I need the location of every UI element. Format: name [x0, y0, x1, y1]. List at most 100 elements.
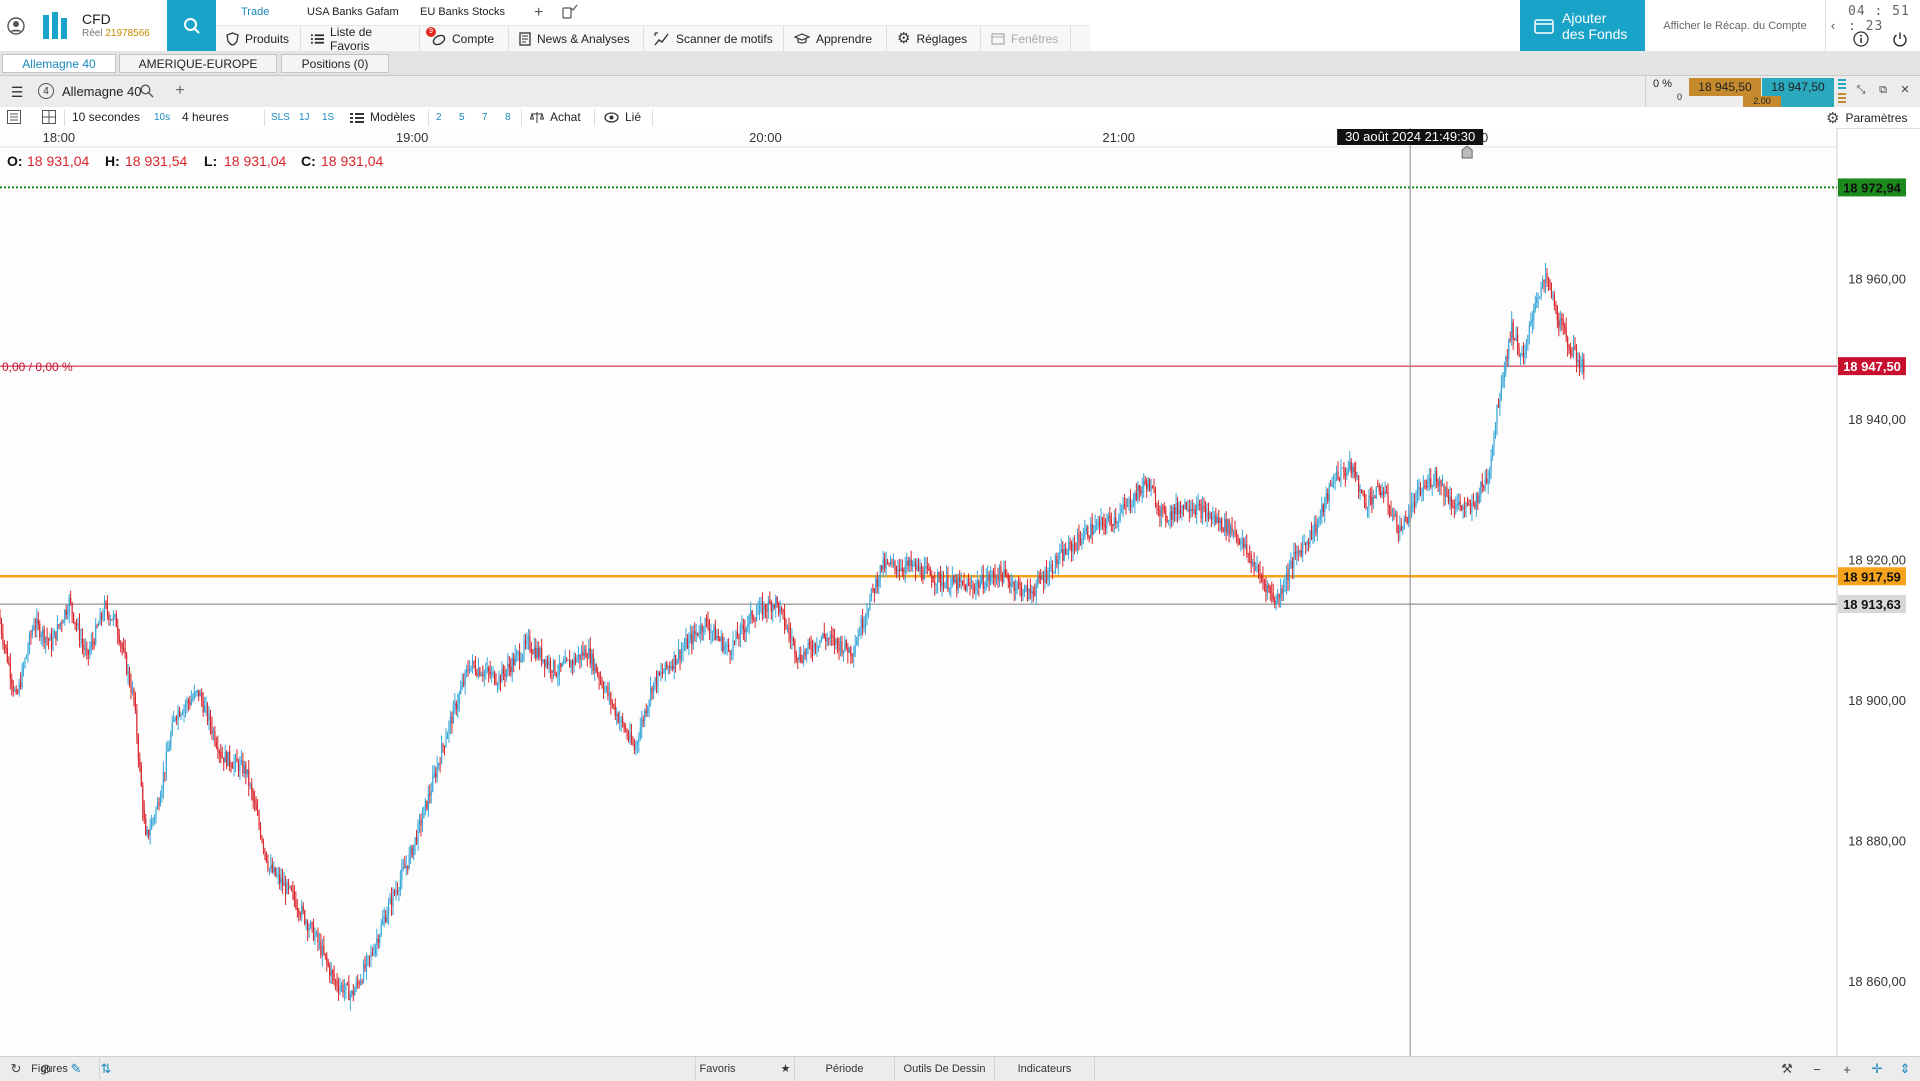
preset-5-button[interactable]: 5 — [459, 107, 465, 128]
popout-window-button[interactable]: ⧉ — [1875, 82, 1891, 98]
candle-body — [65, 610, 67, 615]
chart-canvas[interactable]: 18:0019:0020:0021:0022:00 18 960,0018 94… — [0, 128, 1920, 1056]
menu-news[interactable]: News & Analyses — [509, 26, 644, 52]
preset-8-button[interactable]: 8 — [505, 107, 511, 128]
add-funds-line1: Ajouter — [1562, 9, 1607, 26]
candle-body — [1553, 294, 1555, 306]
interval-select[interactable]: 10 secondes — [72, 107, 140, 128]
instrument-search-button[interactable] — [140, 84, 154, 101]
candle-body — [1196, 504, 1198, 515]
preset-2-button[interactable]: 2 — [436, 107, 442, 128]
candle-body — [1032, 591, 1034, 595]
linked-button[interactable]: Lié — [604, 107, 641, 128]
search-button[interactable] — [167, 0, 216, 51]
add-quick-tab-button[interactable]: + — [524, 0, 553, 25]
buy-order-label: Achat — [550, 110, 581, 124]
sell-price-button[interactable]: 18 945,50 — [1689, 78, 1761, 96]
add-funds-button[interactable]: Ajouter des Fonds — [1520, 0, 1645, 51]
quote-divider — [1645, 76, 1646, 107]
menu-apprendre[interactable]: Apprendre — [784, 26, 887, 52]
candle-body — [1531, 319, 1533, 323]
menu-reglages[interactable]: ⚙ Réglages — [887, 26, 981, 52]
layout-button[interactable] — [41, 109, 57, 130]
candle-body — [694, 630, 696, 635]
candle-body — [1393, 514, 1395, 517]
quick-tab-eu-banks[interactable]: EU Banks Stocks — [410, 0, 515, 25]
toolbar-divider — [594, 109, 595, 126]
preset-7-button[interactable]: 7 — [482, 107, 488, 128]
fit-vertical-button[interactable]: ⇕ — [1894, 1059, 1916, 1079]
span-sls-button[interactable]: SLS — [271, 107, 290, 128]
candle-body — [1477, 494, 1479, 503]
favorites-button[interactable]: Favoris ★ — [695, 1057, 795, 1081]
menu-produits[interactable]: Produits — [216, 26, 301, 52]
price-chart[interactable]: 18:0019:0020:0021:0022:00 18 960,0018 94… — [0, 128, 1920, 1056]
drawing-tools-button[interactable]: Outils De Dessin — [895, 1057, 995, 1081]
shrink-window-button[interactable]: ⤡ — [1853, 82, 1869, 98]
user-profile-button[interactable] — [0, 0, 32, 51]
workspace-check-button[interactable] — [561, 4, 579, 23]
instrument-link-badge[interactable]: 4 — [38, 83, 54, 99]
indicators-button[interactable]: Indicateurs — [995, 1057, 1095, 1081]
candle-body — [315, 932, 318, 935]
span-1j-button[interactable]: 1J — [299, 107, 310, 128]
info-button[interactable] — [1848, 28, 1874, 50]
period-button[interactable]: Période — [795, 1057, 895, 1081]
candle-body — [847, 648, 849, 654]
menu-scanner[interactable]: Scanner de motifs — [644, 26, 784, 52]
chart-list-button[interactable] — [6, 109, 22, 130]
candle-body — [738, 638, 740, 640]
crosshair-button[interactable]: ✛ — [1866, 1059, 1888, 1079]
span-select[interactable]: 4 heures — [182, 107, 229, 128]
candle-body — [1278, 594, 1280, 598]
quick-tab-trade[interactable]: Trade — [231, 0, 279, 25]
candle-body — [1188, 508, 1190, 512]
candle-body — [904, 565, 906, 573]
instrument-name[interactable]: Allemagne 40 — [62, 84, 142, 99]
quick-tab-usa-banks[interactable]: USA Banks Gafam — [297, 0, 409, 25]
candle-body — [96, 625, 98, 627]
candle-body — [336, 980, 338, 987]
zoom-out-button[interactable]: − — [1806, 1059, 1828, 1079]
candle-body — [1259, 570, 1261, 577]
change-count: 0 — [1677, 92, 1683, 102]
list-icon — [311, 34, 325, 44]
candle-body — [794, 640, 796, 655]
add-chart-button[interactable]: + — [170, 80, 190, 102]
candle-body — [242, 760, 244, 774]
chart-menu-button[interactable]: ☰ — [4, 82, 30, 102]
interval-10s-button[interactable]: 10s — [154, 107, 170, 128]
candle-body — [1524, 352, 1526, 359]
candle-body — [279, 874, 281, 883]
candle-body — [335, 980, 337, 982]
tab-positions[interactable]: Positions (0) — [281, 54, 389, 73]
candle-body — [1321, 504, 1323, 516]
close-chart-button[interactable]: ✕ — [1897, 82, 1913, 98]
chart-settings-button[interactable]: ⚙ Paramètres — [1826, 107, 1907, 128]
candle-body — [866, 613, 868, 617]
menu-compte[interactable]: 9 Compte — [420, 26, 509, 52]
zoom-in-button[interactable]: + — [1836, 1059, 1858, 1079]
figures-button[interactable]: Figures — [0, 1057, 100, 1081]
depth-button[interactable] — [1838, 78, 1846, 104]
ohlc-h-value: 18 931,54 — [125, 153, 187, 169]
buy-order-button[interactable]: Achat — [530, 107, 581, 128]
candle-body — [1440, 479, 1442, 487]
tab-amerique-europe[interactable]: AMERIQUE-EUROPE — [119, 54, 277, 73]
buy-price-button[interactable]: 18 947,50 — [1762, 78, 1834, 96]
menu-favoris[interactable]: Liste de Favoris — [301, 25, 420, 53]
chart-tools-button[interactable]: ⚒ — [1776, 1059, 1798, 1079]
span-1s-button[interactable]: 1S — [322, 107, 334, 128]
collapse-panel-button[interactable]: ‹ — [1825, 0, 1841, 51]
candle-body — [985, 579, 987, 588]
templates-button[interactable]: Modèles — [350, 107, 415, 128]
tab-allemagne-40[interactable]: Allemagne 40 — [2, 54, 116, 73]
support-level-label: 18 917,59 — [1843, 569, 1901, 584]
candle-body — [676, 659, 678, 665]
candle-body — [1119, 512, 1121, 520]
candle-body — [195, 691, 197, 693]
candle-body — [683, 647, 686, 649]
candle-body — [755, 614, 758, 621]
logout-button[interactable] — [1887, 28, 1913, 50]
account-summary-link[interactable]: Afficher le Récap. du Compte — [1645, 0, 1826, 51]
